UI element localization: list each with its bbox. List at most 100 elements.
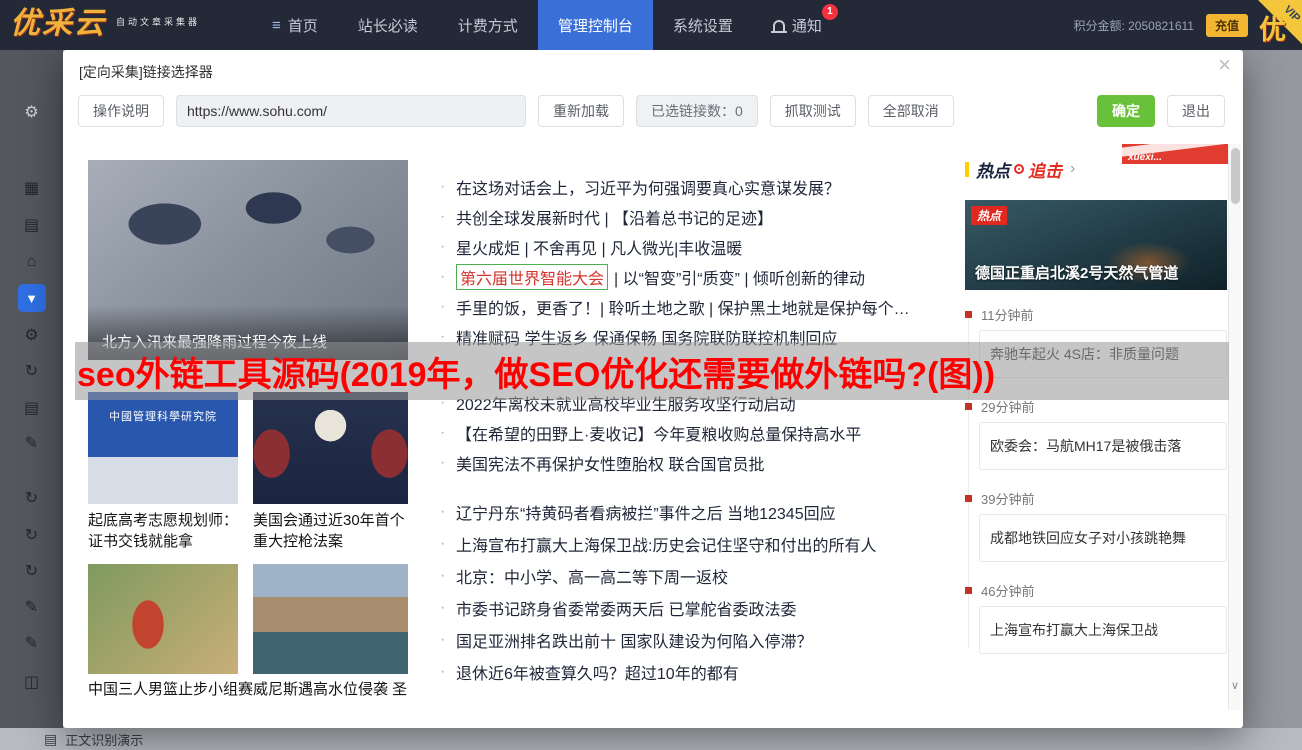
list-icon[interactable]: ▤	[24, 215, 39, 235]
headline-link[interactable]: 2022年离校未就业高校毕业生服务攻坚行动启动	[456, 391, 796, 415]
bullet-icon: ·	[440, 328, 456, 346]
headline-link[interactable]: 星火成炬 | 不舍再见 | 凡人微光|丰收温暖	[456, 235, 742, 259]
sidebar-item-label: 正文识别演示	[65, 730, 143, 749]
nav-admin-console[interactable]: 管理控制台	[538, 0, 653, 50]
news-image-basketball[interactable]	[88, 564, 238, 674]
nav-home[interactable]: ≡ 首页	[252, 0, 338, 50]
panel-icon[interactable]: ◫	[24, 672, 39, 692]
hot-tag: 热点	[971, 206, 1007, 225]
bullet-square-icon	[965, 311, 972, 318]
hot-news-item: 11分钟前 奔驰车起火 4S店：非质量问题	[965, 304, 1227, 378]
hot-section-header[interactable]: 热点 追击 ›	[965, 158, 1227, 180]
news-image-rain[interactable]: 北方入汛来最强降雨过程今夜上线	[88, 160, 408, 360]
float-logo-badge[interactable]: 优	[1259, 8, 1286, 47]
nav-billing[interactable]: 计费方式	[438, 0, 538, 50]
headline-item[interactable]: · 共创全球发展新时代 | 【沿着总书记的足迹】	[440, 202, 960, 232]
chevron-right-icon[interactable]: ›	[1070, 160, 1075, 178]
news-image-venice[interactable]	[253, 564, 408, 674]
nav-notifications[interactable]: 通知 1	[753, 0, 842, 50]
headline-item[interactable]: · 北京：中小学、高一高二等下周一返校	[440, 560, 960, 592]
bullet-icon: ·	[440, 535, 456, 553]
headline-item[interactable]: · 美国宪法不再保护女性堕胎权 联合国官员批	[440, 448, 960, 478]
headline-item[interactable]: · 2022年离校未就业高校毕业生服务攻坚行动启动	[440, 388, 960, 418]
refresh-icon[interactable]: ↻	[25, 525, 38, 545]
gear-icon[interactable]: ⚙	[24, 325, 38, 345]
nav-system-settings[interactable]: 系统设置	[653, 0, 753, 50]
headline-item[interactable]: · 退休近6年被查算久吗？超过10年的都有	[440, 656, 960, 688]
headline-link[interactable]: 在这场对话会上，习近平为何强调要真心实意谋发展？	[456, 175, 840, 199]
gear-icon[interactable]: ⚙	[24, 102, 38, 122]
bullet-square-icon	[965, 403, 972, 410]
hot-news-link[interactable]: 欧委会：马航MH17是被俄击落	[979, 422, 1227, 470]
edit-icon[interactable]: ✎	[25, 633, 38, 653]
headline-item[interactable]: · 辽宁丹东“持黄码者看病被拦”事件之后 当地12345回应	[440, 496, 960, 528]
headline-link[interactable]: 上海宣布打赢大上海保卫战:历史会记住坚守和付出的所有人	[456, 532, 876, 556]
news-caption[interactable]: 美国会通过近30年首个重大控枪法案	[253, 510, 408, 552]
refresh-icon[interactable]: ↻	[25, 361, 38, 381]
hot-feature-caption[interactable]: 德国正重启北溪2号天然气管道	[975, 262, 1178, 283]
grab-test-button[interactable]: 抓取测试	[770, 95, 856, 127]
hot-news-link[interactable]: 上海宣布打赢大上海保卫战	[979, 606, 1227, 654]
news-image-congress[interactable]	[253, 392, 408, 504]
scrollbar[interactable]: ∨	[1228, 144, 1241, 710]
headline-link[interactable]: 辽宁丹东“持黄码者看病被拦”事件之后 当地12345回应	[456, 500, 836, 524]
headline-item[interactable]: · 市委书记跻身省委常委两天后 已掌舵省委政法委	[440, 592, 960, 624]
hot-timeline: 11分钟前 奔驰车起火 4S店：非质量问题 29分钟前 欧委会：马航MH17是被…	[965, 304, 1227, 654]
recharge-button[interactable]: 充值	[1206, 14, 1248, 37]
timestamp: 11分钟前	[981, 305, 1034, 324]
headline-item[interactable]: · 在这场对话会上，习近平为何强调要真心实意谋发展？	[440, 172, 960, 202]
scrollbar-thumb[interactable]	[1231, 148, 1240, 204]
nav-label: 计费方式	[458, 15, 518, 36]
edit-icon[interactable]: ✎	[25, 433, 38, 453]
hot-feature-image[interactable]: 热点 德国正重启北溪2号天然气管道	[965, 200, 1227, 290]
selected-link-highlight[interactable]: 第六届世界智能大会	[456, 264, 608, 290]
headline-link[interactable]: 手里的饭，更香了！| 聆听土地之歌 | 保护黑土地就是保护每个…	[456, 295, 910, 319]
headline-link[interactable]: 北京：中小学、高一高二等下周一返校	[456, 564, 728, 588]
list-icon[interactable]: ▤	[24, 398, 39, 418]
news-image-academy[interactable]: 中國管理科學研究院	[88, 392, 238, 504]
headline-item[interactable]: · 精准赋码 学生返乡 保通保畅 国务院联防联控机制回应	[440, 322, 960, 352]
home-icon[interactable]: ⌂	[27, 253, 37, 271]
headline-item[interactable]: · 星火成炬 | 不舍再见 | 凡人微光|丰收温暖	[440, 232, 960, 262]
hot-news-link[interactable]: 奔驰车起火 4S店：非质量问题	[979, 330, 1227, 378]
nav-home-label: 首页	[288, 15, 318, 36]
hot-news-link[interactable]: 成都地铁回应女子对小孩跳艳舞	[979, 514, 1227, 562]
headline-link[interactable]: 退休近6年被查算久吗？超过10年的都有	[456, 660, 739, 684]
page-bottom-strip: ▤ 正文识别演示	[0, 728, 1302, 750]
nav-webmaster-reading[interactable]: 站长必读	[338, 0, 438, 50]
headline-link[interactable]: 国足亚洲排名跌出前十 国家队建设为何陷入停滞？	[456, 628, 812, 652]
bullet-icon: ·	[440, 454, 456, 472]
app-logo[interactable]: 优采云 自动文章采集器	[10, 2, 200, 46]
filter-icon[interactable]: ▼	[18, 284, 46, 312]
news-caption[interactable]: 中国三人男篮止步小组赛	[88, 678, 253, 699]
sidebar-item-body-recognition-demo[interactable]: ▤ 正文识别演示	[44, 730, 143, 749]
bullet-icon: ·	[440, 567, 456, 585]
news-image-caption[interactable]: 北方入汛来最强降雨过程今夜上线	[88, 305, 408, 360]
headline-item[interactable]: · 手里的饭，更香了！| 聆听土地之歌 | 保护黑土地就是保护每个…	[440, 292, 960, 322]
headline-item[interactable]: · 上海宣布打赢大上海保卫战:历史会记住坚守和付出的所有人	[440, 528, 960, 560]
confirm-button[interactable]: 确定	[1097, 95, 1155, 127]
headline-item[interactable]: · 【在希望的田野上·麦收记】今年夏粮收购总量保持高水平	[440, 418, 960, 448]
headline-link[interactable]: | 以“智变”引“质变” | 倾听创新的律动	[614, 265, 865, 289]
chevron-down-icon[interactable]: ∨	[1229, 679, 1241, 692]
reload-button[interactable]: 重新加载	[538, 95, 624, 127]
url-input[interactable]	[176, 95, 526, 127]
headline-link[interactable]: 市委书记跻身省委常委两天后 已掌舵省委政法委	[456, 596, 796, 620]
news-caption[interactable]: 威尼斯遇高水位侵袭 圣	[253, 678, 407, 699]
headline-link[interactable]: 美国宪法不再保护女性堕胎权 联合国官员批	[456, 451, 764, 475]
refresh-icon[interactable]: ↻	[25, 561, 38, 581]
close-icon[interactable]: ×	[1218, 54, 1231, 76]
help-button[interactable]: 操作说明	[78, 95, 164, 127]
headline-link[interactable]: 精准赋码 学生返乡 保通保畅 国务院联防联控机制回应	[456, 325, 837, 349]
chart-icon[interactable]: ▦	[24, 178, 39, 198]
headline-link[interactable]: 【在希望的田野上·麦收记】今年夏粮收购总量保持高水平	[456, 421, 861, 445]
news-caption[interactable]: 起底高考志愿规划师：证书交钱就能拿	[88, 510, 238, 552]
cancel-all-button[interactable]: 全部取消	[868, 95, 954, 127]
headline-item[interactable]: · 第六届世界智能大会 | 以“智变”引“质变” | 倾听创新的律动	[440, 262, 960, 292]
timestamp: 39分钟前	[981, 489, 1034, 508]
headline-item[interactable]: · 国足亚洲排名跌出前十 国家队建设为何陷入停滞？	[440, 624, 960, 656]
exit-button[interactable]: 退出	[1167, 95, 1225, 127]
edit-icon[interactable]: ✎	[25, 597, 38, 617]
refresh-icon[interactable]: ↻	[25, 488, 38, 508]
headline-link[interactable]: 共创全球发展新时代 | 【沿着总书记的足迹】	[456, 205, 773, 229]
